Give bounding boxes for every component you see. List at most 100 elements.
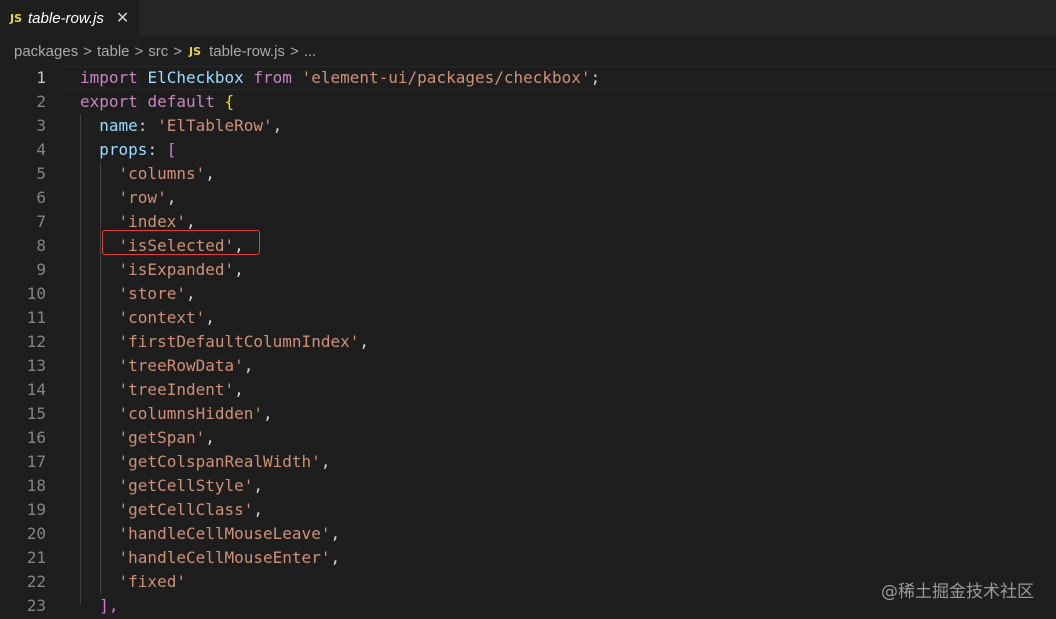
- line-number: 8: [36, 236, 46, 255]
- code-line: 6 'row',: [0, 186, 1056, 210]
- brace: {: [224, 92, 235, 111]
- code-line: 19 'getCellClass',: [0, 498, 1056, 522]
- javascript-file-icon: JS: [10, 11, 23, 25]
- breadcrumb-more[interactable]: ...: [304, 43, 317, 60]
- code-editor[interactable]: 1 import ElCheckbox from 'element-ui/pac…: [0, 66, 1056, 619]
- code-line: 11 'context',: [0, 306, 1056, 330]
- punctuation: ,: [166, 188, 177, 207]
- punctuation: ,: [185, 212, 196, 231]
- tab-table-row-js[interactable]: JS table-row.js ✕: [0, 0, 140, 36]
- punctuation: :: [137, 116, 148, 135]
- punctuation: ;: [590, 68, 601, 87]
- breadcrumb: packages > table > src > JS table-row.js…: [0, 36, 1056, 66]
- code-line: 14 'treeIndent',: [0, 378, 1056, 402]
- line-number: 10: [26, 284, 46, 303]
- property-key: name: [99, 116, 138, 135]
- line-number: 22: [26, 572, 46, 591]
- punctuation: ,: [234, 260, 244, 279]
- punctuation: ,: [330, 548, 341, 567]
- line-number: 19: [26, 500, 46, 519]
- string-literal: 'getColspanRealWidth': [118, 452, 321, 471]
- code-line: 3 name: 'ElTableRow',: [0, 114, 1056, 138]
- line-number: 12: [26, 332, 46, 351]
- chevron-right-icon: >: [173, 42, 183, 60]
- code-line: 21 'handleCellMouseEnter',: [0, 546, 1056, 570]
- chevron-right-icon: >: [289, 42, 299, 60]
- punctuation: :: [147, 140, 158, 159]
- code-line: 9 'isExpanded',: [0, 258, 1056, 282]
- line-number: 20: [26, 524, 46, 543]
- line-number: 15: [26, 404, 46, 423]
- chevron-right-icon: >: [134, 42, 144, 60]
- string-literal: 'treeRowData': [118, 356, 244, 375]
- line-number: 3: [36, 116, 46, 135]
- line-number: 14: [26, 380, 46, 399]
- chevron-right-icon: >: [83, 42, 92, 60]
- code-line: 18 'getCellStyle',: [0, 474, 1056, 498]
- line-number: 21: [26, 548, 46, 567]
- close-icon[interactable]: ✕: [116, 8, 129, 28]
- line-number: 23: [26, 596, 46, 615]
- string-literal: 'columns': [118, 164, 206, 183]
- keyword: import: [80, 68, 138, 87]
- punctuation: ,: [234, 380, 244, 399]
- string-literal: 'element-ui/packages/checkbox': [301, 68, 591, 87]
- line-number: 1: [36, 68, 46, 87]
- string-literal: 'row': [118, 188, 167, 207]
- string-literal: 'columnsHidden': [118, 404, 264, 423]
- punctuation: ,: [253, 476, 264, 495]
- javascript-file-icon: JS: [189, 44, 202, 58]
- string-literal: 'firstDefaultColumnIndex': [118, 332, 360, 351]
- code-line: 13 'treeRowData',: [0, 354, 1056, 378]
- breadcrumb-file[interactable]: table-row.js: [209, 43, 285, 60]
- punctuation: ,: [243, 356, 254, 375]
- string-literal: 'store': [118, 284, 186, 303]
- bracket: ],: [99, 596, 119, 615]
- line-number: 17: [26, 452, 46, 471]
- line-number: 5: [36, 164, 46, 183]
- code-line: 20 'handleCellMouseLeave',: [0, 522, 1056, 546]
- tab-bar: JS table-row.js ✕: [0, 0, 1056, 36]
- code-line: 15 'columnsHidden',: [0, 402, 1056, 426]
- bracket: [: [166, 140, 177, 159]
- line-number: 7: [36, 212, 46, 231]
- property-key: props: [99, 140, 148, 159]
- line-number: 13: [26, 356, 46, 375]
- line-number: 18: [26, 476, 46, 495]
- string-literal: 'context': [118, 308, 206, 327]
- string-literal: 'handleCellMouseEnter': [118, 548, 331, 567]
- code-line: 1 import ElCheckbox from 'element-ui/pac…: [0, 66, 1056, 90]
- keyword: from: [253, 68, 292, 87]
- tab-label: table-row.js: [28, 9, 104, 27]
- punctuation: ,: [205, 428, 215, 447]
- line-number: 11: [26, 308, 46, 327]
- watermark: @稀土掘金技术社区: [881, 582, 1034, 602]
- identifier: ElCheckbox: [147, 68, 244, 87]
- keyword: default: [147, 92, 215, 111]
- line-number: 9: [36, 260, 46, 279]
- punctuation: ,: [263, 404, 273, 423]
- string-literal: 'fixed': [118, 572, 186, 591]
- string-literal: 'getCellClass': [118, 500, 254, 519]
- punctuation: ,: [253, 500, 264, 519]
- string-literal: 'treeIndent': [118, 380, 235, 399]
- punctuation: ,: [330, 524, 341, 543]
- code-line: 10 'store',: [0, 282, 1056, 306]
- breadcrumb-src[interactable]: src: [148, 43, 168, 60]
- keyword: export: [80, 92, 138, 111]
- line-number: 16: [26, 428, 46, 447]
- code-line: 5 'columns',: [0, 162, 1056, 186]
- code-line: 17 'getColspanRealWidth',: [0, 450, 1056, 474]
- breadcrumb-table[interactable]: table: [97, 43, 130, 60]
- string-literal: 'index': [118, 212, 186, 231]
- code-line: 2 export default {: [0, 90, 1056, 114]
- line-number: 4: [36, 140, 46, 159]
- punctuation: ,: [320, 452, 331, 471]
- string-literal: 'getSpan': [118, 428, 206, 447]
- line-number: 2: [36, 92, 46, 111]
- punctuation: ,: [272, 116, 283, 135]
- line-number: 6: [36, 188, 46, 207]
- punctuation: ,: [205, 308, 215, 327]
- breadcrumb-packages[interactable]: packages: [14, 43, 78, 60]
- string-literal: 'getCellStyle': [118, 476, 254, 495]
